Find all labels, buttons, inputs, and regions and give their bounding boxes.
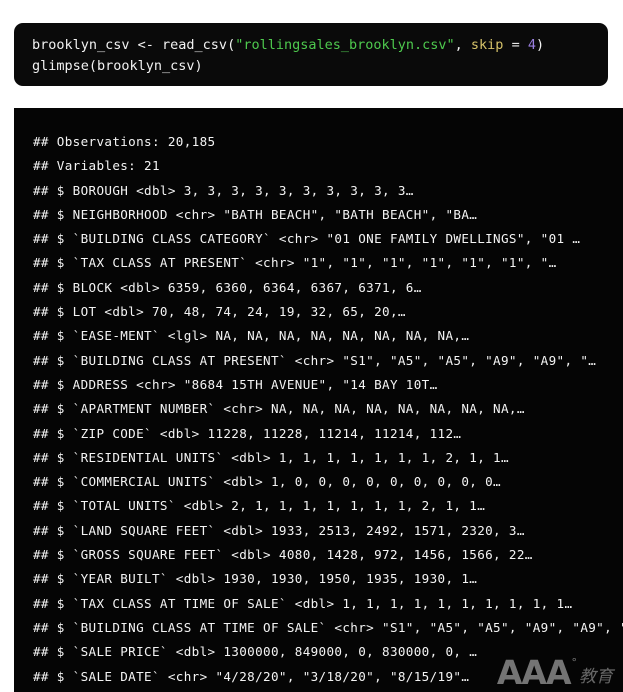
console-output-line: ## $ `GROSS SQUARE FEET` <dbl> 4080, 142… [33,547,533,563]
console-output-line: ## $ ADDRESS <chr> "8684 15TH AVENUE", "… [33,376,438,392]
code-token-plain: brooklyn_csv <- read_csv( [32,37,236,53]
console-output-line: ## $ `EASE-MENT` <lgl> NA, NA, NA, NA, N… [33,328,470,344]
console-output-line: ## $ BOROUGH <dbl> 3, 3, 3, 3, 3, 3, 3, … [33,182,414,198]
code-token-number: 4 [527,37,536,53]
console-output-line: ## $ `COMMERCIAL UNITS` <dbl> 1, 0, 0, 0… [33,474,501,490]
console-output-block: ## Observations: 20,185 ## Variables: 21 #… [14,108,623,692]
console-output-line: ## $ `TAX CLASS AT TIME OF SALE` <dbl> 1… [33,595,573,611]
console-output-line: ## $ `TOTAL UNITS` <dbl> 2, 1, 1, 1, 1, … [33,498,486,514]
console-output-line: ## $ `APARTMENT NUMBER` <chr> NA, NA, NA… [33,401,525,417]
code-token-string: "rollingsales_brooklyn.csv" [235,37,455,53]
code-token-operator: = [503,37,528,53]
console-output-line: ## $ NEIGHBORHOOD <chr> "BATH BEACH", "B… [33,206,478,222]
console-output-line: ## Variables: 21 [33,158,160,174]
console-output-line: ## $ `SALE PRICE` <dbl> 1300000, 849000,… [33,644,478,660]
console-output-line: ## $ `BUILDING CLASS AT PRESENT` <chr> "… [33,352,597,368]
console-output-line: ## $ BLOCK <dbl> 6359, 6360, 6364, 6367,… [33,279,422,295]
console-output-line: ## $ `BUILDING CLASS CATEGORY` <chr> "01… [33,231,581,247]
code-line-1: brooklyn_csv <- read_csv("rollingsales_b… [32,35,608,56]
code-input-block: brooklyn_csv <- read_csv("rollingsales_b… [14,23,608,86]
console-output-line: ## $ LOT <dbl> 70, 48, 74, 24, 19, 32, 6… [33,304,406,320]
console-output-line: ## $ `SALE DATE` <chr> "4/28/20", "3/18/… [33,668,470,684]
console-output-line: ## $ `BUILDING CLASS AT TIME OF SALE` <c… [33,619,623,635]
code-token-plain: ) [535,37,545,53]
code-token-argument: skip [470,37,504,53]
console-output-line: ## Observations: 20,185 [33,134,216,149]
console-output-line: ## $ `RESIDENTIAL UNITS` <dbl> 1, 1, 1, … [33,449,509,465]
code-token-plain: , [454,37,471,53]
code-token-plain: glimpse(brooklyn_csv) [32,58,203,74]
console-output-line: ## $ `ZIP CODE` <dbl> 11228, 11228, 1121… [33,425,462,441]
code-line-2: glimpse(brooklyn_csv) [32,56,608,77]
console-output-line: ## $ `LAND SQUARE FEET` <dbl> 1933, 2513… [33,522,525,538]
console-output-line: ## $ `YEAR BUILT` <dbl> 1930, 1930, 1950… [33,571,478,587]
console-output-line: ## $ `TAX CLASS AT PRESENT` <chr> "1", "… [33,255,557,271]
